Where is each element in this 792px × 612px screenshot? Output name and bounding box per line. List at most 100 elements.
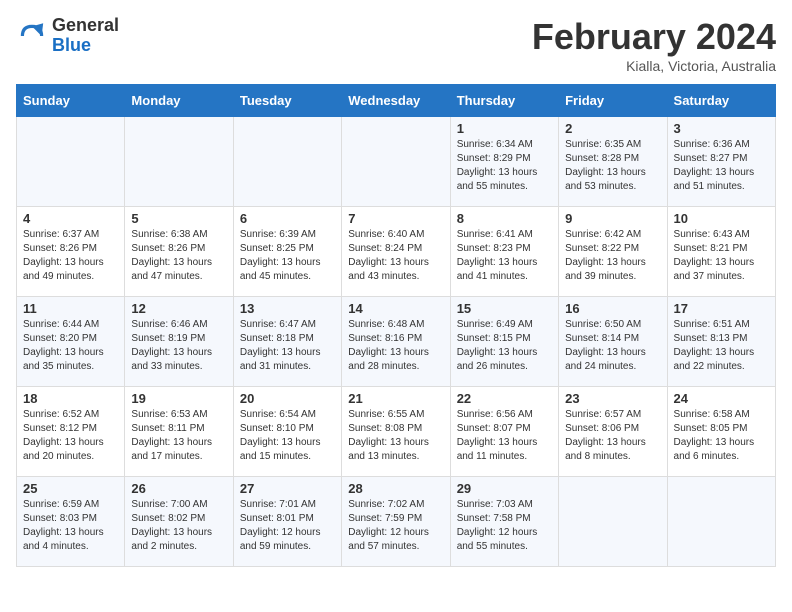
day-number: 8 xyxy=(457,211,552,226)
day-number: 28 xyxy=(348,481,443,496)
day-number: 16 xyxy=(565,301,660,316)
calendar-cell: 1 Sunrise: 6:34 AMSunset: 8:29 PMDaylight… xyxy=(450,117,558,207)
calendar-cell: 26 Sunrise: 7:00 AMSunset: 8:02 PMDayligh… xyxy=(125,477,233,567)
day-info: Sunrise: 7:02 AMSunset: 7:59 PMDaylight:… xyxy=(348,498,443,554)
day-number: 17 xyxy=(674,301,769,316)
day-info: Sunrise: 6:37 AMSunset: 8:26 PMDaylight:… xyxy=(23,228,118,284)
day-info: Sunrise: 6:41 AMSunset: 8:23 PMDaylight:… xyxy=(457,228,552,284)
day-info: Sunrise: 6:57 AMSunset: 8:06 PMDaylight:… xyxy=(565,408,660,464)
calendar-cell xyxy=(125,117,233,207)
calendar-cell: 25 Sunrise: 6:59 AMSunset: 8:03 PMDayligh… xyxy=(17,477,125,567)
calendar-week-row: 1 Sunrise: 6:34 AMSunset: 8:29 PMDaylight… xyxy=(17,117,776,207)
day-number: 9 xyxy=(565,211,660,226)
calendar-cell xyxy=(17,117,125,207)
day-number: 23 xyxy=(565,391,660,406)
day-number: 14 xyxy=(348,301,443,316)
day-info: Sunrise: 6:43 AMSunset: 8:21 PMDaylight:… xyxy=(674,228,769,284)
day-info: Sunrise: 7:01 AMSunset: 8:01 PMDaylight:… xyxy=(240,498,335,554)
day-info: Sunrise: 6:50 AMSunset: 8:14 PMDaylight:… xyxy=(565,318,660,374)
calendar-cell: 22Sunrise: 6:56 AMSunset: 8:07 PMDayligh… xyxy=(450,387,558,477)
logo-text: General Blue xyxy=(52,16,119,56)
day-info: Sunrise: 6:56 AMSunset: 8:07 PMDaylight:… xyxy=(457,408,552,464)
day-info: Sunrise: 6:55 AMSunset: 8:08 PMDaylight:… xyxy=(348,408,443,464)
day-info: Sunrise: 6:38 AMSunset: 8:26 PMDaylight:… xyxy=(131,228,226,284)
day-info: Sunrise: 6:53 AMSunset: 8:11 PMDaylight:… xyxy=(131,408,226,464)
calendar-cell: 10 Sunrise: 6:43 AMSunset: 8:21 PMDayligh… xyxy=(667,207,775,297)
day-info: Sunrise: 6:51 AMSunset: 8:13 PMDaylight:… xyxy=(674,318,769,374)
day-number: 26 xyxy=(131,481,226,496)
calendar-week-row: 18Sunrise: 6:52 AMSunset: 8:12 PMDayligh… xyxy=(17,387,776,477)
calendar-cell: 8 Sunrise: 6:41 AMSunset: 8:23 PMDaylight… xyxy=(450,207,558,297)
calendar-cell: 28 Sunrise: 7:02 AMSunset: 7:59 PMDayligh… xyxy=(342,477,450,567)
day-number: 1 xyxy=(457,121,552,136)
calendar-cell: 5 Sunrise: 6:38 AMSunset: 8:26 PMDaylight… xyxy=(125,207,233,297)
days-of-week-row: SundayMondayTuesdayWednesdayThursdayFrid… xyxy=(17,85,776,117)
location: Kialla, Victoria, Australia xyxy=(532,58,776,74)
day-number: 12 xyxy=(131,301,226,316)
calendar-week-row: 4Sunrise: 6:37 AMSunset: 8:26 PMDaylight… xyxy=(17,207,776,297)
calendar-body: 1 Sunrise: 6:34 AMSunset: 8:29 PMDaylight… xyxy=(17,117,776,567)
day-number: 29 xyxy=(457,481,552,496)
calendar-header: SundayMondayTuesdayWednesdayThursdayFrid… xyxy=(17,85,776,117)
calendar-cell: 16 Sunrise: 6:50 AMSunset: 8:14 PMDayligh… xyxy=(559,297,667,387)
calendar-cell xyxy=(559,477,667,567)
day-number: 25 xyxy=(23,481,118,496)
calendar-cell: 12 Sunrise: 6:46 AMSunset: 8:19 PMDayligh… xyxy=(125,297,233,387)
calendar-cell xyxy=(342,117,450,207)
calendar-cell: 14 Sunrise: 6:48 AMSunset: 8:16 PMDayligh… xyxy=(342,297,450,387)
day-number: 2 xyxy=(565,121,660,136)
header: General Blue February 2024 Kialla, Victo… xyxy=(16,16,776,74)
day-info: Sunrise: 6:34 AMSunset: 8:29 PMDaylight:… xyxy=(457,138,552,194)
month-title: February 2024 xyxy=(532,16,776,58)
day-number: 7 xyxy=(348,211,443,226)
title-area: February 2024 Kialla, Victoria, Australi… xyxy=(532,16,776,74)
day-info: Sunrise: 6:49 AMSunset: 8:15 PMDaylight:… xyxy=(457,318,552,374)
calendar-cell: 29 Sunrise: 7:03 AMSunset: 7:58 PMDayligh… xyxy=(450,477,558,567)
calendar-week-row: 25 Sunrise: 6:59 AMSunset: 8:03 PMDayligh… xyxy=(17,477,776,567)
day-info: Sunrise: 6:48 AMSunset: 8:16 PMDaylight:… xyxy=(348,318,443,374)
day-of-week-header: Saturday xyxy=(667,85,775,117)
calendar-cell: 7 Sunrise: 6:40 AMSunset: 8:24 PMDaylight… xyxy=(342,207,450,297)
day-number: 5 xyxy=(131,211,226,226)
day-of-week-header: Thursday xyxy=(450,85,558,117)
day-info: Sunrise: 6:35 AMSunset: 8:28 PMDaylight:… xyxy=(565,138,660,194)
day-number: 27 xyxy=(240,481,335,496)
day-number: 13 xyxy=(240,301,335,316)
day-of-week-header: Monday xyxy=(125,85,233,117)
calendar-cell: 18Sunrise: 6:52 AMSunset: 8:12 PMDayligh… xyxy=(17,387,125,477)
day-number: 24 xyxy=(674,391,769,406)
calendar-cell: 20Sunrise: 6:54 AMSunset: 8:10 PMDayligh… xyxy=(233,387,341,477)
day-number: 15 xyxy=(457,301,552,316)
day-info: Sunrise: 6:36 AMSunset: 8:27 PMDaylight:… xyxy=(674,138,769,194)
day-info: Sunrise: 7:03 AMSunset: 7:58 PMDaylight:… xyxy=(457,498,552,554)
day-number: 11 xyxy=(23,301,118,316)
day-of-week-header: Tuesday xyxy=(233,85,341,117)
day-number: 10 xyxy=(674,211,769,226)
calendar-cell: 3 Sunrise: 6:36 AMSunset: 8:27 PMDaylight… xyxy=(667,117,775,207)
calendar-cell: 4Sunrise: 6:37 AMSunset: 8:26 PMDaylight… xyxy=(17,207,125,297)
day-of-week-header: Friday xyxy=(559,85,667,117)
day-number: 21 xyxy=(348,391,443,406)
day-info: Sunrise: 6:46 AMSunset: 8:19 PMDaylight:… xyxy=(131,318,226,374)
day-info: Sunrise: 7:00 AMSunset: 8:02 PMDaylight:… xyxy=(131,498,226,554)
calendar-cell xyxy=(667,477,775,567)
logo-icon xyxy=(16,20,48,52)
day-info: Sunrise: 6:58 AMSunset: 8:05 PMDaylight:… xyxy=(674,408,769,464)
day-info: Sunrise: 6:47 AMSunset: 8:18 PMDaylight:… xyxy=(240,318,335,374)
calendar-cell: 11Sunrise: 6:44 AMSunset: 8:20 PMDayligh… xyxy=(17,297,125,387)
calendar-cell: 24 Sunrise: 6:58 AMSunset: 8:05 PMDayligh… xyxy=(667,387,775,477)
calendar-cell: 19Sunrise: 6:53 AMSunset: 8:11 PMDayligh… xyxy=(125,387,233,477)
day-number: 20 xyxy=(240,391,335,406)
day-info: Sunrise: 6:40 AMSunset: 8:24 PMDaylight:… xyxy=(348,228,443,284)
logo: General Blue xyxy=(16,16,119,56)
day-number: 6 xyxy=(240,211,335,226)
day-number: 3 xyxy=(674,121,769,136)
calendar-cell xyxy=(233,117,341,207)
calendar-table: SundayMondayTuesdayWednesdayThursdayFrid… xyxy=(16,84,776,567)
calendar-cell: 21 Sunrise: 6:55 AMSunset: 8:08 PMDayligh… xyxy=(342,387,450,477)
calendar-cell: 2 Sunrise: 6:35 AMSunset: 8:28 PMDaylight… xyxy=(559,117,667,207)
day-of-week-header: Sunday xyxy=(17,85,125,117)
day-of-week-header: Wednesday xyxy=(342,85,450,117)
day-info: Sunrise: 6:59 AMSunset: 8:03 PMDaylight:… xyxy=(23,498,118,554)
calendar-cell: 13 Sunrise: 6:47 AMSunset: 8:18 PMDayligh… xyxy=(233,297,341,387)
